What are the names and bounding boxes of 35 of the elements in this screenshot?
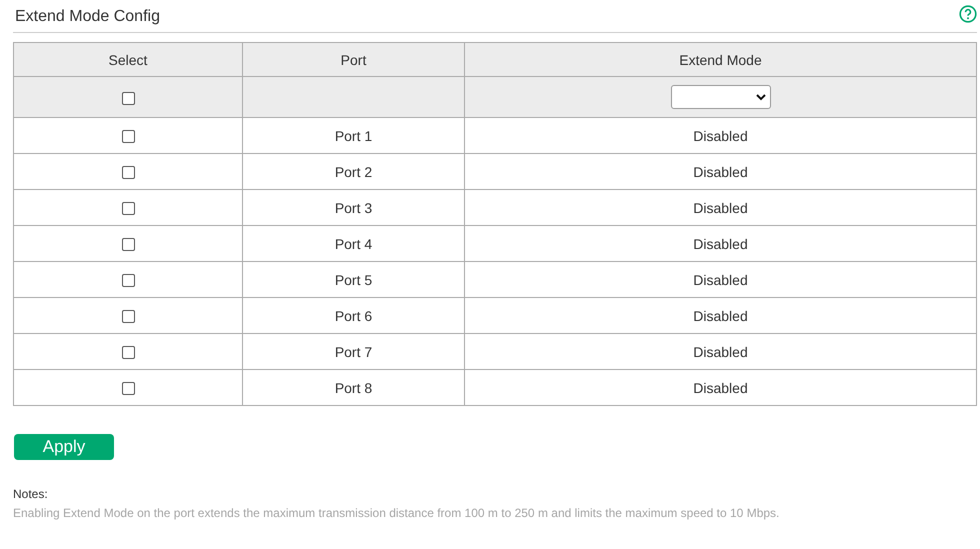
column-header: Extend Mode — [464, 42, 976, 76]
row-checkbox[interactable] — [122, 238, 134, 252]
chevron-down-icon — [756, 94, 766, 100]
row-checkbox[interactable] — [122, 274, 134, 288]
table-cell: Disabled — [464, 190, 976, 226]
table-cell: Port 4 — [242, 226, 464, 262]
table-cell: Disabled — [464, 334, 976, 370]
table-cell: Disabled — [464, 370, 976, 406]
row-checkbox[interactable] — [122, 130, 134, 144]
table-cell: Port 3 — [242, 190, 464, 226]
table-cell: Disabled — [464, 154, 976, 190]
apply-button[interactable]: Apply — [14, 434, 114, 460]
table-cell: Disabled — [464, 226, 976, 262]
table-cell: Port 8 — [242, 370, 464, 406]
help-icon[interactable] — [959, 5, 977, 23]
extend-mode-dropdown[interactable] — [670, 85, 770, 109]
table-cell: Port 6 — [242, 298, 464, 334]
table-cell: Disabled — [464, 262, 976, 298]
row-checkbox[interactable] — [122, 202, 134, 216]
row-checkbox[interactable] — [122, 346, 134, 360]
table-cell: Port 2 — [242, 154, 464, 190]
notes-label: Notes: — [13, 487, 49, 501]
row-checkbox[interactable] — [122, 382, 134, 396]
notes-text: Enabling Extend Mode on the port extends the maximum transmission distance from 100 m to 250 m and limits the maximum speed to 10 Mbps. — [13, 506, 780, 520]
table-cell: Disabled — [464, 118, 976, 154]
table-cell: Port 5 — [242, 262, 464, 298]
table-cell: Port 7 — [242, 334, 464, 370]
section-title: Extend Mode Config — [15, 8, 160, 26]
column-header: Port — [242, 42, 464, 76]
table-cell: Port 1 — [242, 118, 464, 154]
column-header: Select — [14, 42, 242, 76]
row-checkbox[interactable] — [122, 310, 134, 324]
row-checkbox[interactable] — [122, 166, 134, 180]
select-all-checkbox[interactable] — [122, 92, 134, 105]
table-cell: Disabled — [464, 298, 976, 334]
